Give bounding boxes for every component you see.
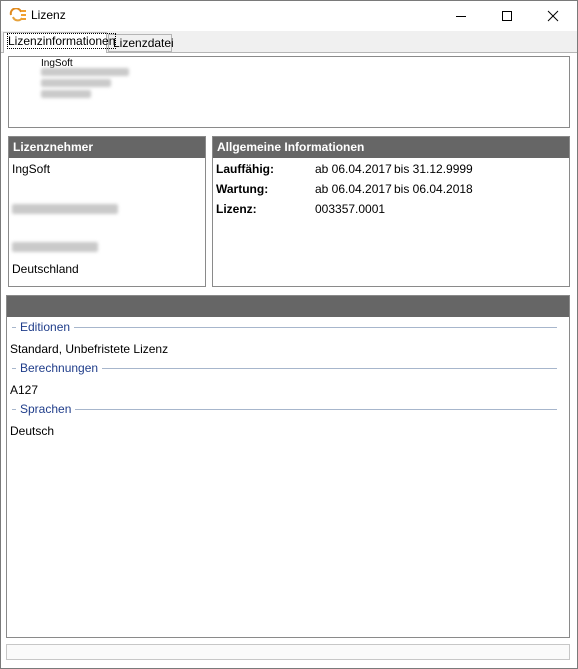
info-to-wartung: bis 06.04.2018 [394,182,473,196]
app-logo-icon [9,8,26,22]
redacted-text [41,79,111,87]
section-value-sprachen: Deutsch [10,424,55,438]
close-icon [547,10,559,21]
licensee-name: IngSoft [12,162,51,176]
info-label-lauffaehig: Lauffähig: [216,162,274,176]
redacted-text [12,204,118,214]
section-divider [12,409,557,410]
section-divider [12,327,557,328]
general-info-heading: Allgemeine Informationen [213,137,569,158]
minimize-button[interactable] [438,1,484,30]
section-value-editionen: Standard, Unbefristete Lizenz [10,342,169,356]
info-from-wartung: ab 06.04.2017 [315,182,392,196]
section-title-editionen: Editionen [16,320,75,334]
window-title: Lizenz [31,8,66,22]
info-to-lauffaehig: bis 31.12.9999 [394,162,473,176]
redacted-text [12,242,98,252]
section-title-berechnungen: Berechnungen [16,361,103,375]
info-value-lizenz: 003357.0001 [315,202,386,216]
details-header-bar [7,296,569,317]
status-strip [6,644,570,660]
licensee-heading: Lizenznehmer [9,137,205,158]
section-value-berechnungen: A127 [10,383,39,397]
info-from-lauffaehig: ab 06.04.2017 [315,162,392,176]
minimize-icon [456,15,466,17]
tab-label: Lizenzinformationen [6,33,117,49]
tab-label: Lizenzdatei [113,36,174,50]
maximize-button[interactable] [484,1,530,30]
tab-lizenzinformationen[interactable]: Lizenzinformationen [3,32,117,53]
tab-lizenzdatei[interactable]: Lizenzdatei [108,34,174,52]
general-info-panel: Allgemeine Informationen [212,136,570,287]
section-title-sprachen: Sprachen [16,402,76,416]
info-label-wartung: Wartung: [216,182,269,196]
close-button[interactable] [530,1,576,30]
licensee-country: Deutschland [12,262,79,276]
maximize-icon [502,10,512,21]
redacted-text [41,90,91,98]
info-label-lizenz: Lizenz: [216,202,257,216]
redacted-text [41,68,129,76]
company-box [8,56,570,128]
